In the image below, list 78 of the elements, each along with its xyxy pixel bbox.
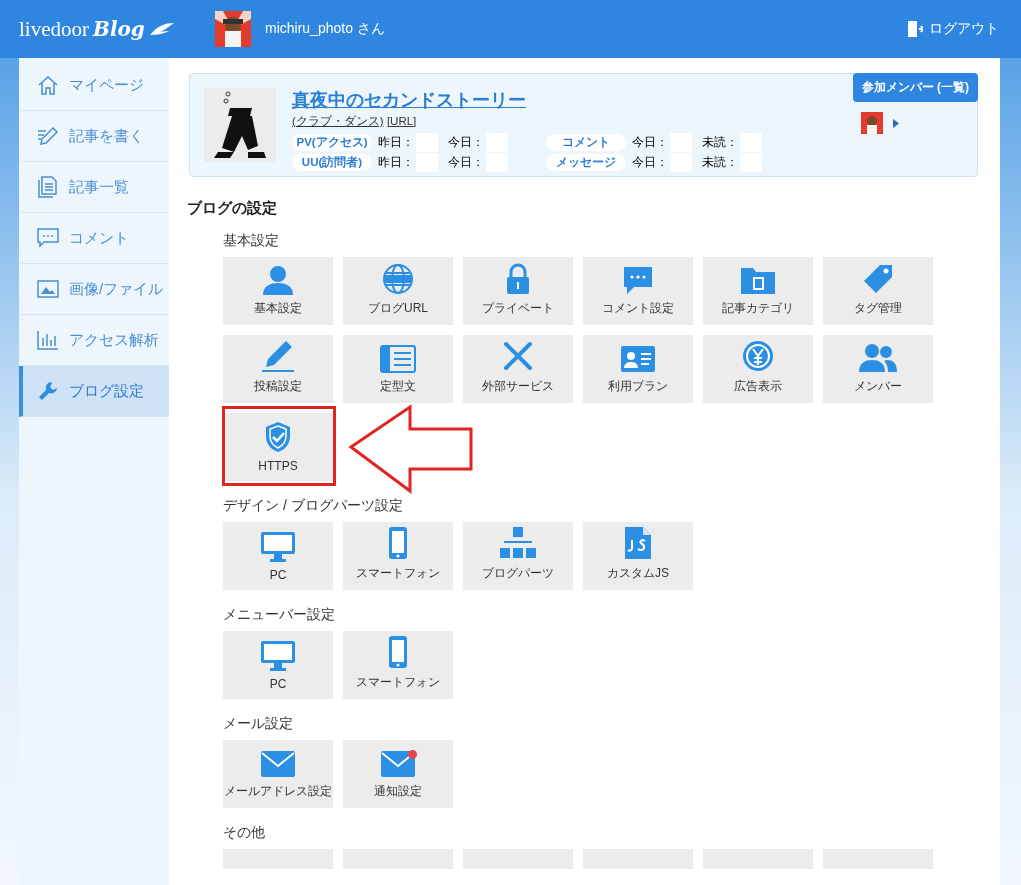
settings-tile[interactable]: メンバー: [823, 335, 933, 403]
category-link[interactable]: (クラブ・ダンス): [292, 115, 384, 127]
smartphone-icon: [388, 526, 408, 560]
section-heading: メニューバー設定: [223, 606, 336, 624]
person-icon: [261, 265, 295, 295]
settings-tile[interactable]: プライベート: [463, 257, 573, 325]
stat-label: 昨日：: [378, 154, 414, 171]
speech-bubble-icon: [622, 265, 654, 295]
people-icon: [858, 343, 898, 373]
settings-tile[interactable]: 外部サービス: [463, 335, 573, 403]
settings-tile[interactable]: 記事カテゴリ: [703, 257, 813, 325]
crossed-tools-icon: [501, 339, 535, 373]
image-icon: [37, 279, 59, 299]
stat-label: 今日：: [632, 154, 668, 171]
stat-label: 今日：: [632, 134, 668, 151]
settings-tile[interactable]: 利用プラン: [583, 335, 693, 403]
settings-tile[interactable]: ブログパーツ: [463, 522, 573, 590]
stat-label: 今日：: [448, 154, 484, 171]
wrench-icon: [37, 380, 59, 402]
pencil-icon: [260, 339, 296, 373]
settings-tile[interactable]: ブログURL: [343, 257, 453, 325]
globe-icon: [382, 263, 414, 295]
settings-tile[interactable]: メールアドレス設定: [223, 740, 333, 808]
envelope-icon: [380, 750, 416, 778]
settings-tile[interactable]: PC: [223, 631, 333, 699]
settings-tile[interactable]: カスタムJS: [583, 522, 693, 590]
stat-label: 未読：: [702, 134, 738, 151]
speech-bubble-icon: [37, 228, 59, 248]
logo-text[interactable]: livedoor: [19, 16, 89, 42]
monitor-icon: [260, 640, 296, 672]
section-heading: 基本設定: [223, 232, 280, 250]
exit-door-icon: [907, 20, 923, 38]
member-list-button[interactable]: 参加メンバー (一覧): [852, 73, 978, 102]
stat-label: コメント: [546, 134, 626, 151]
blog-title-link[interactable]: 真夜中のセカンドストーリー: [292, 88, 772, 112]
coin-icon: [741, 339, 775, 373]
settings-tile[interactable]: PC: [223, 522, 333, 590]
settings-tile[interactable]: タグ管理: [823, 257, 933, 325]
bar-chart-icon: [37, 330, 59, 350]
settings-tile[interactable]: 通知設定: [343, 740, 453, 808]
logo-script-text[interactable]: Blog: [93, 16, 145, 41]
smartphone-icon: [388, 635, 408, 669]
logout-link[interactable]: ログアウト: [907, 20, 999, 38]
js-file-icon: [623, 526, 653, 560]
stat-label: 昨日：: [378, 134, 414, 151]
tag-icon: [862, 263, 894, 295]
settings-tile[interactable]: 定型文: [343, 335, 453, 403]
monitor-icon: [260, 531, 296, 563]
envelope-icon: [260, 750, 296, 778]
folder-icon: [740, 265, 776, 295]
lock-icon: [505, 263, 531, 295]
id-card-icon: [620, 345, 656, 373]
settings-tile[interactable]: 広告表示: [703, 335, 813, 403]
document-icon: [37, 176, 59, 198]
text-card-icon: [380, 345, 416, 373]
section-heading: その他: [223, 824, 266, 842]
section-heading: デザイン / ブログパーツ設定: [223, 497, 404, 515]
caret-right-icon: [892, 118, 899, 128]
stat-label: PV(アクセス): [292, 134, 372, 151]
settings-tile[interactable]: スマートフォン: [343, 631, 453, 699]
section-title: ブログの設定: [187, 199, 278, 218]
stat-label: UU(訪問者): [292, 154, 372, 171]
settings-tile[interactable]: コメント設定: [583, 257, 693, 325]
home-icon: [37, 75, 59, 95]
stat-label: メッセージ: [546, 154, 626, 171]
settings-tile[interactable]: スマートフォン: [343, 522, 453, 590]
shield-icon: [263, 420, 293, 454]
pencil-icon: [37, 126, 59, 146]
settings-tile[interactable]: HTTPS: [223, 413, 333, 481]
stat-label: 今日：: [448, 134, 484, 151]
url-link[interactable]: [URL]: [386, 115, 417, 127]
settings-tile[interactable]: 基本設定: [223, 257, 333, 325]
user-name: michiru_photo さん: [265, 20, 385, 38]
stat-label: 未読：: [702, 154, 738, 171]
sitemap-icon: [499, 526, 537, 560]
settings-tile[interactable]: 投稿設定: [223, 335, 333, 403]
section-heading: メール設定: [223, 715, 294, 733]
feather-icon: [148, 21, 175, 36]
